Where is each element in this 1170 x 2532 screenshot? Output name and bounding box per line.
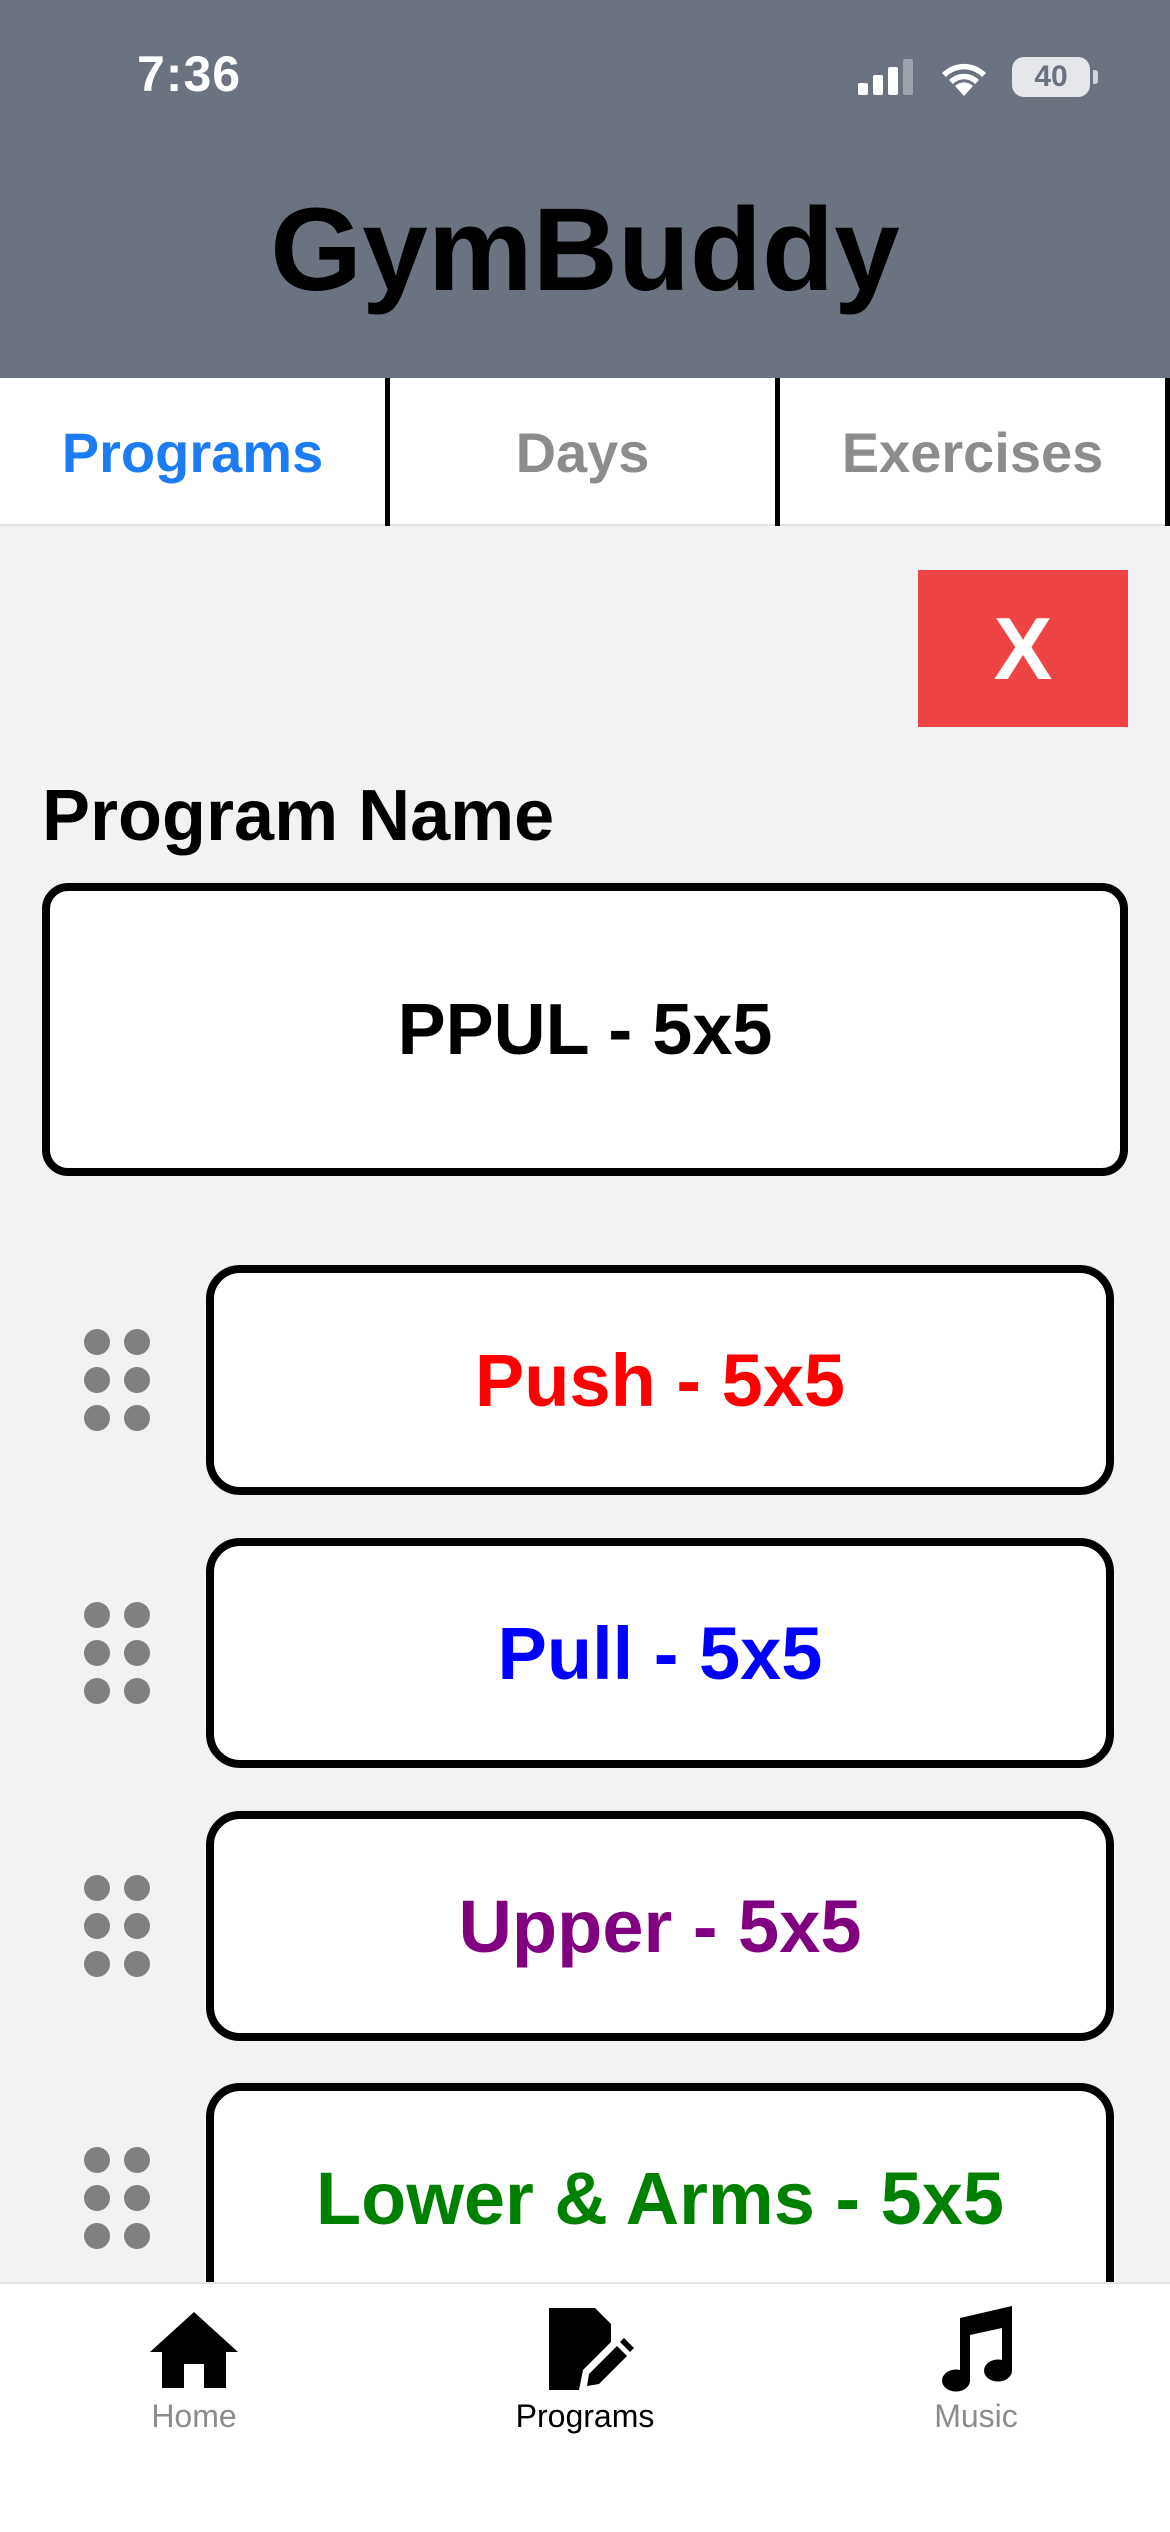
day-card-lower-arms[interactable]: Lower & Arms - 5x5 bbox=[206, 2083, 1114, 2313]
battery-level: 40 bbox=[1034, 60, 1068, 93]
home-icon bbox=[150, 2312, 238, 2388]
program-name-label: Program Name bbox=[42, 776, 555, 856]
tab-days[interactable]: Days bbox=[390, 378, 780, 526]
day-row: Upper - 5x5 bbox=[0, 1811, 1170, 2041]
status-icons: 40 bbox=[858, 52, 1098, 102]
day-row: Lower & Arms - 5x5 bbox=[0, 2083, 1170, 2313]
battery-indicator: 40 bbox=[1012, 57, 1098, 97]
app-screen: 7:36 40 GymBuddy Programs Days Exercises… bbox=[0, 0, 1170, 2532]
tab-exercises[interactable]: Exercises bbox=[780, 378, 1170, 526]
nav-item-music[interactable]: Music bbox=[826, 2304, 1126, 2444]
nav-item-programs[interactable]: Programs bbox=[435, 2304, 735, 2444]
app-header: 7:36 40 GymBuddy bbox=[0, 0, 1170, 378]
nav-label: Programs bbox=[515, 2398, 655, 2434]
tab-programs[interactable]: Programs bbox=[0, 378, 390, 526]
drag-handle-icon[interactable] bbox=[84, 1602, 150, 1704]
close-button[interactable]: X bbox=[918, 570, 1128, 727]
drag-handle-icon[interactable] bbox=[84, 1875, 150, 1977]
wifi-icon bbox=[942, 63, 986, 96]
day-card-push[interactable]: Push - 5x5 bbox=[206, 1265, 1114, 1495]
app-title: GymBuddy bbox=[270, 184, 900, 316]
drag-handle-icon[interactable] bbox=[84, 1329, 150, 1431]
day-row: Push - 5x5 bbox=[0, 1265, 1170, 1495]
top-tabs: Programs Days Exercises bbox=[0, 378, 1170, 526]
status-time: 7:36 bbox=[137, 46, 242, 102]
nav-label: Music bbox=[934, 2398, 1018, 2434]
music-note-icon bbox=[942, 2306, 1013, 2392]
program-name-field[interactable]: PPUL - 5x5 bbox=[42, 883, 1128, 1176]
day-row: Pull - 5x5 bbox=[0, 1538, 1170, 1768]
cellular-signal-icon bbox=[858, 59, 913, 95]
day-card-pull[interactable]: Pull - 5x5 bbox=[206, 1538, 1114, 1768]
nav-item-home[interactable]: Home bbox=[44, 2304, 344, 2444]
bottom-navigation: Home Programs Music bbox=[0, 2282, 1170, 2532]
edit-document-icon bbox=[549, 2308, 634, 2390]
nav-label: Home bbox=[151, 2398, 237, 2434]
drag-handle-icon[interactable] bbox=[84, 2147, 150, 2249]
day-card-upper[interactable]: Upper - 5x5 bbox=[206, 1811, 1114, 2041]
